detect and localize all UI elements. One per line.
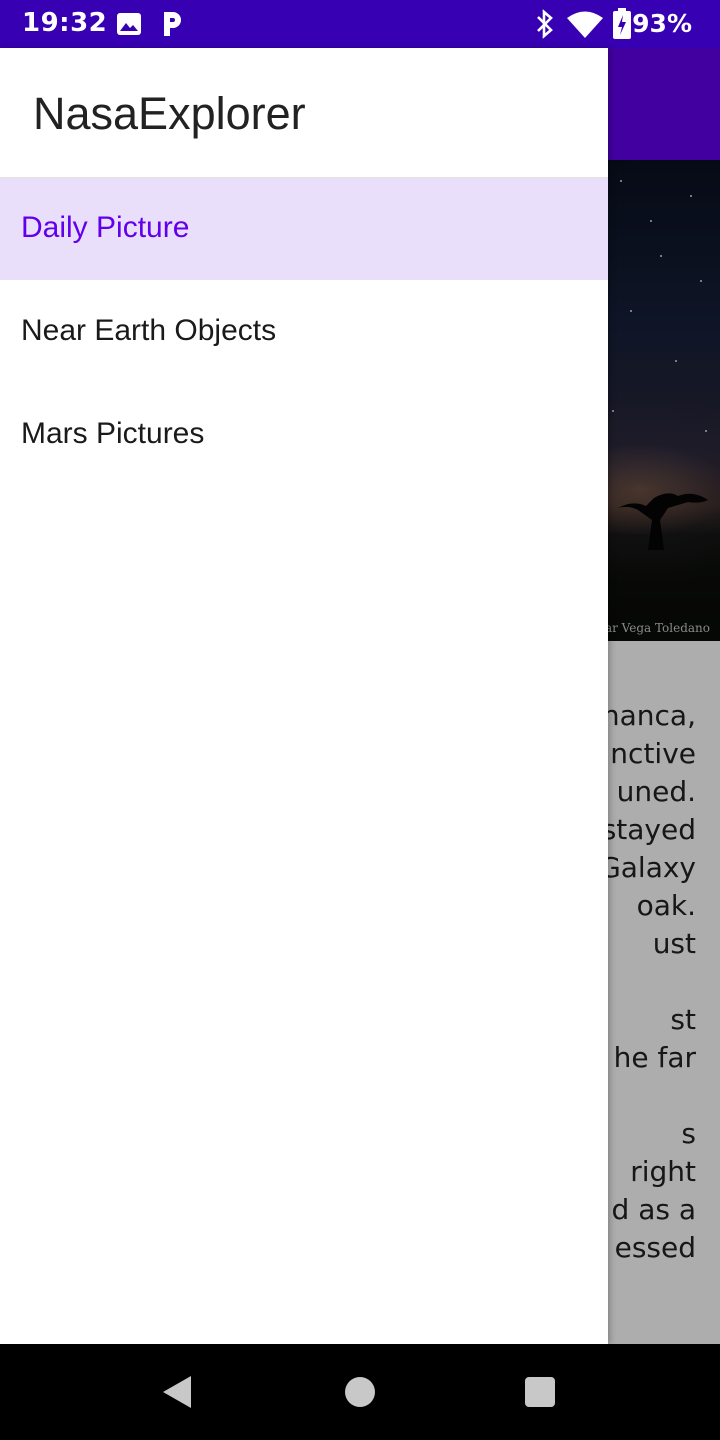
home-button[interactable] bbox=[300, 1344, 420, 1440]
recents-icon bbox=[525, 1377, 555, 1407]
menu-item-daily-picture[interactable]: Daily Picture bbox=[0, 178, 608, 280]
menu-item-near-earth-objects[interactable]: Near Earth Objects bbox=[0, 281, 608, 383]
status-bar: 19:32 93% bbox=[0, 0, 720, 48]
status-time: 19:32 bbox=[22, 8, 108, 38]
parking-icon bbox=[164, 12, 181, 36]
recents-button[interactable] bbox=[480, 1344, 600, 1440]
battery-charging-icon bbox=[613, 8, 631, 39]
system-navigation-bar bbox=[0, 1344, 720, 1440]
menu-item-mars-pictures[interactable]: Mars Pictures bbox=[0, 384, 608, 486]
battery-percentage: 93% bbox=[632, 9, 692, 38]
image-icon bbox=[117, 13, 141, 35]
app-title: NasaExplorer bbox=[33, 88, 306, 139]
back-button[interactable] bbox=[118, 1344, 238, 1440]
menu-item-label: Near Earth Objects bbox=[21, 314, 277, 347]
menu-item-label: Daily Picture bbox=[21, 211, 190, 244]
home-icon bbox=[345, 1377, 375, 1407]
menu-item-label: Mars Pictures bbox=[21, 417, 205, 450]
bluetooth-icon bbox=[537, 9, 553, 39]
drawer-header: NasaExplorer bbox=[0, 48, 608, 178]
navigation-drawer: NasaExplorer Daily Picture Near Earth Ob… bbox=[0, 48, 608, 1344]
back-icon bbox=[163, 1376, 191, 1408]
wifi-icon bbox=[567, 11, 603, 38]
